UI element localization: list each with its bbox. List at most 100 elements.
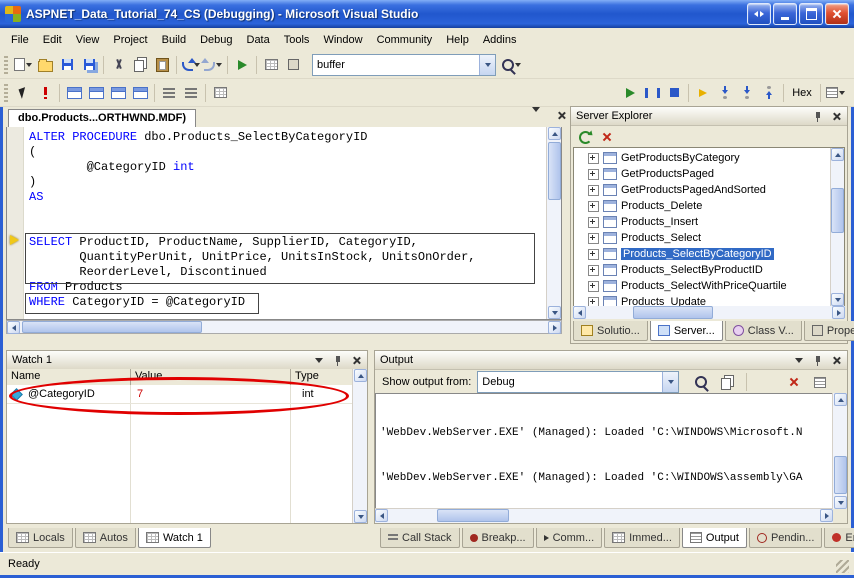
editor-vscrollbar[interactable] (546, 127, 561, 319)
tree-hscrollbar[interactable] (573, 306, 845, 319)
new-file-button[interactable] (12, 54, 34, 76)
tab-autos[interactable]: Autos (75, 528, 136, 548)
panel-close-button[interactable] (349, 353, 364, 367)
menu-debug[interactable]: Debug (193, 31, 239, 49)
tree-item[interactable]: Products_Delete (588, 198, 844, 214)
tab-solution-explorer[interactable]: Solutio... (573, 321, 648, 341)
window-menu-button[interactable] (311, 353, 326, 367)
menu-addins[interactable]: Addins (476, 31, 524, 49)
menu-tools[interactable]: Tools (277, 31, 317, 49)
expand-plus-icon[interactable] (588, 281, 599, 292)
open-folder-button[interactable] (34, 54, 56, 76)
menu-help[interactable]: Help (439, 31, 476, 49)
tree-item[interactable]: Products_SelectWithPriceQuartile (588, 278, 844, 294)
scroll-down-button[interactable] (354, 510, 367, 523)
save-all-button[interactable] (78, 54, 100, 76)
scroll-left-button[interactable] (375, 509, 388, 522)
scroll-down-button[interactable] (834, 496, 847, 509)
show-diagram-pane-button[interactable] (63, 82, 85, 104)
title-bar[interactable]: ASPNET_Data_Tutorial_74_CS (Debugging) -… (0, 0, 854, 28)
cut-button[interactable] (107, 54, 129, 76)
tab-command[interactable]: Comm... (536, 528, 603, 548)
menu-build[interactable]: Build (155, 31, 193, 49)
scroll-left-button[interactable] (573, 306, 586, 319)
find-button[interactable] (500, 54, 522, 76)
tab-properties[interactable]: Proper... (804, 321, 854, 341)
refresh-button[interactable] (575, 127, 595, 147)
start-debug-button[interactable] (231, 54, 253, 76)
window-arrows-button[interactable] (747, 3, 771, 25)
menu-file[interactable]: File (4, 31, 36, 49)
tree-item[interactable]: Products_Insert (588, 214, 844, 230)
pin-button[interactable] (330, 353, 345, 367)
editor-hscrollbar[interactable] (6, 320, 562, 334)
watch-titlebar[interactable]: Watch 1 (7, 351, 367, 370)
panel-close-button[interactable] (829, 109, 844, 123)
validate-sql-button[interactable] (209, 82, 231, 104)
menu-data[interactable]: Data (240, 31, 277, 49)
scroll-up-button[interactable] (354, 369, 367, 382)
tree-item[interactable]: GetProductsByCategory (588, 150, 844, 166)
column-header-type[interactable]: Type (291, 369, 353, 385)
resize-grip[interactable] (836, 560, 849, 573)
document-list-button[interactable] (532, 112, 540, 124)
tab-output[interactable]: Output (682, 528, 747, 548)
solution-explorer-button[interactable] (260, 54, 282, 76)
toolbar-grip[interactable] (4, 56, 8, 74)
search-combo[interactable]: buffer (312, 54, 496, 76)
expand-plus-icon[interactable] (588, 265, 599, 276)
tab-locals[interactable]: Locals (8, 528, 73, 548)
scroll-thumb[interactable] (834, 456, 847, 494)
clear-all-button[interactable] (784, 372, 804, 392)
pin-button[interactable] (810, 353, 825, 367)
tree-item-selected[interactable]: Products_SelectByCategoryID (588, 246, 844, 262)
combo-dropdown-button[interactable] (662, 372, 678, 392)
window-menu-button[interactable] (791, 353, 806, 367)
scroll-left-button[interactable] (7, 321, 20, 334)
step-into-button[interactable] (714, 82, 736, 104)
output-hscrollbar[interactable] (375, 508, 833, 523)
watch-value[interactable]: 7 (132, 388, 297, 400)
tab-call-stack[interactable]: Call Stack (380, 528, 460, 548)
show-results-pane-button[interactable] (129, 82, 151, 104)
tab-error-list[interactable]: Error List (824, 528, 854, 548)
redo-button[interactable] (202, 54, 224, 76)
hex-toggle-button[interactable]: Hex (787, 82, 817, 104)
continue-button[interactable] (619, 82, 641, 104)
expand-plus-icon[interactable] (588, 233, 599, 244)
tab-immediate[interactable]: Immed... (604, 528, 680, 548)
step-over-button[interactable] (736, 82, 758, 104)
menu-community[interactable]: Community (370, 31, 440, 49)
tab-class-view[interactable]: Class V... (725, 321, 802, 341)
scroll-up-button[interactable] (548, 127, 561, 140)
tree-item[interactable]: Products_SelectByProductID (588, 262, 844, 278)
align-left-button[interactable] (158, 82, 180, 104)
show-next-statement-button[interactable] (692, 82, 714, 104)
scroll-thumb[interactable] (633, 306, 713, 319)
pin-button[interactable] (810, 109, 825, 123)
server-explorer-titlebar[interactable]: Server Explorer (571, 107, 847, 126)
tree-item[interactable]: Products_Select (588, 230, 844, 246)
tree-item[interactable]: GetProductsPaged (588, 166, 844, 182)
output-window-button[interactable] (824, 82, 846, 104)
show-criteria-pane-button[interactable] (85, 82, 107, 104)
scroll-thumb[interactable] (831, 188, 844, 233)
expand-plus-icon[interactable] (588, 201, 599, 212)
delete-button[interactable] (597, 127, 617, 147)
copy-output-button[interactable] (717, 372, 737, 392)
expand-plus-icon[interactable] (588, 169, 599, 180)
expand-plus-icon[interactable] (588, 217, 599, 228)
scroll-down-button[interactable] (548, 306, 561, 319)
scroll-down-button[interactable] (831, 293, 844, 306)
tab-pending-checkins[interactable]: Pendin... (749, 528, 822, 548)
column-header-name[interactable]: Name (7, 369, 131, 385)
output-titlebar[interactable]: Output (375, 351, 847, 370)
watch-grid[interactable]: @CategoryID 7 int (7, 385, 353, 523)
scroll-up-button[interactable] (834, 393, 847, 406)
panel-close-button[interactable] (829, 353, 844, 367)
watch-row[interactable]: @CategoryID 7 int (7, 385, 353, 404)
output-vscrollbar[interactable] (832, 393, 847, 509)
properties-window-button[interactable] (282, 54, 304, 76)
tree-item[interactable]: GetProductsPagedAndSorted (588, 182, 844, 198)
undo-button[interactable] (180, 54, 202, 76)
